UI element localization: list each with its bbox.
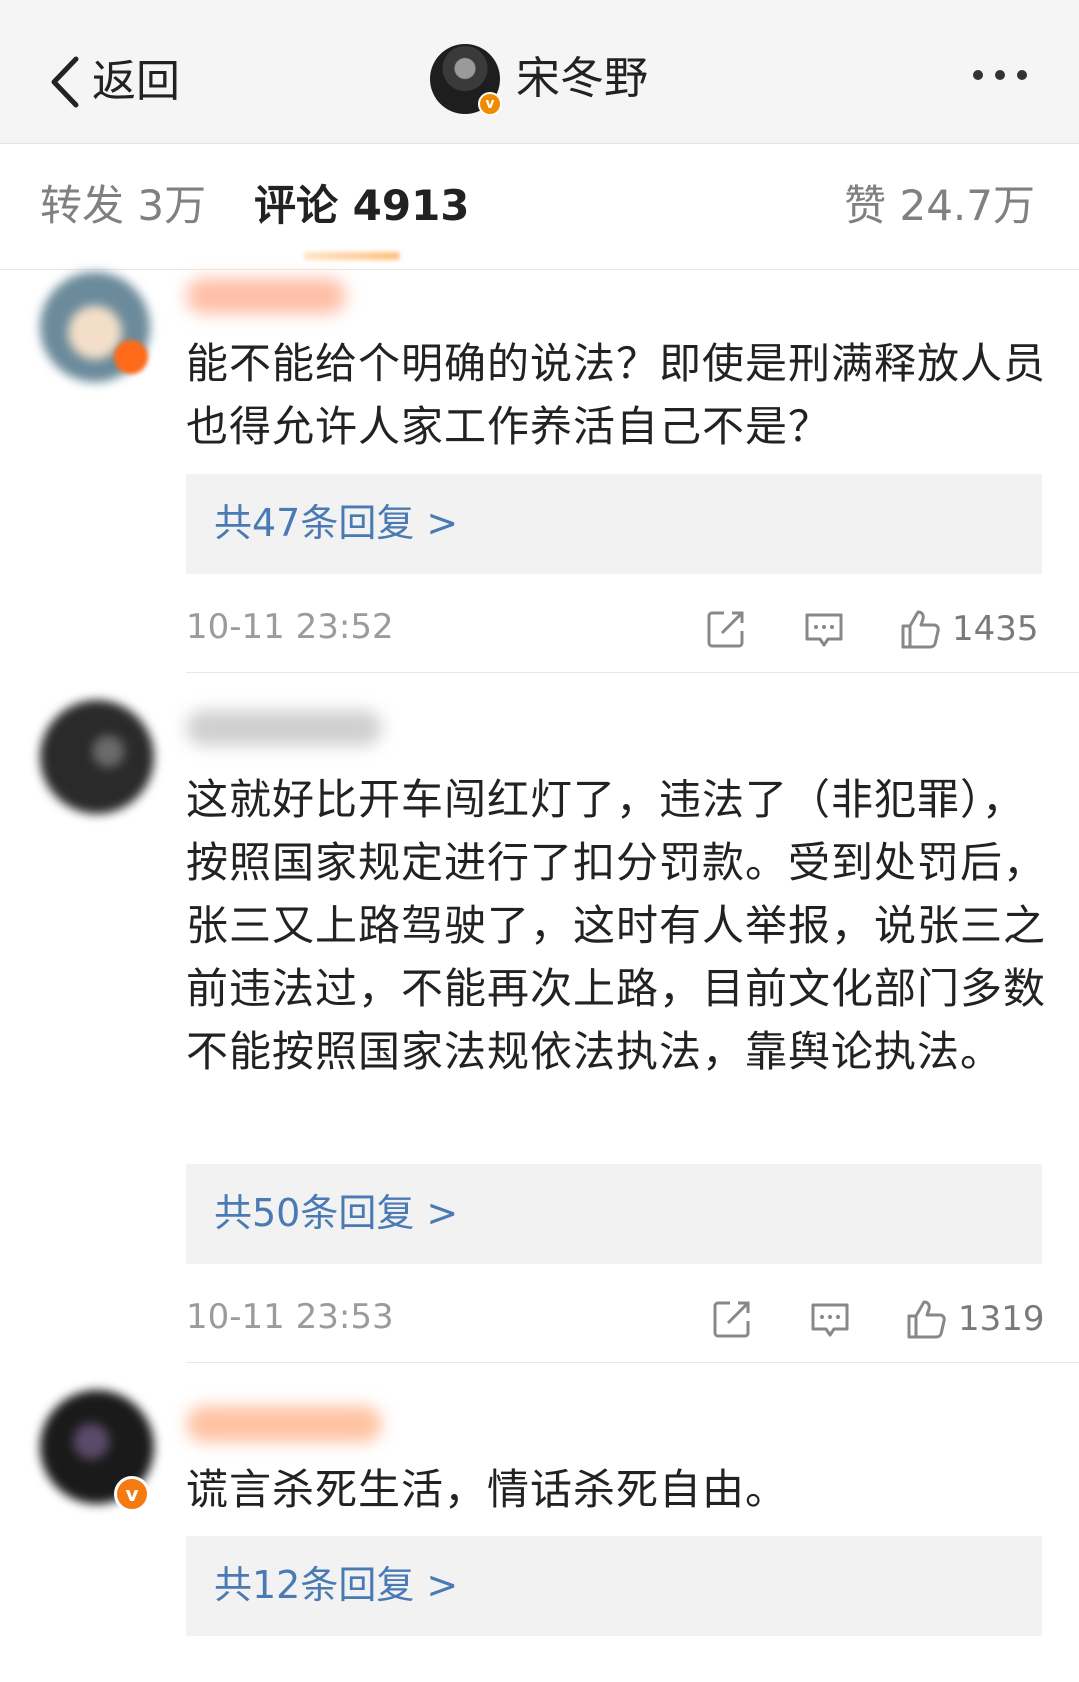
divider xyxy=(186,672,1079,673)
tab-like[interactable]: 赞 24.7万 xyxy=(844,185,1035,227)
reply-button[interactable] xyxy=(802,606,846,652)
like-count: 1435 xyxy=(952,612,1039,646)
comment-item: v 谎言杀死生活，情话杀死自由。 共12条回复 > xyxy=(0,1380,1079,1682)
verified-badge-icon xyxy=(114,340,148,374)
profile-header[interactable]: v 宋冬野 xyxy=(430,44,648,114)
verified-badge-icon: v xyxy=(478,92,502,116)
like-button[interactable]: 1319 xyxy=(904,1296,1045,1342)
divider xyxy=(186,1362,1079,1363)
repost-button[interactable] xyxy=(704,606,748,652)
comment-time: 10-11 23:52 xyxy=(186,610,394,644)
tab-repost[interactable]: 转发 3万 xyxy=(40,185,206,227)
comment-item: 这就好比开车闯红灯了，违法了（非犯罪），按照国家规定进行了扣分罚款。受到处罚后，… xyxy=(0,690,1079,1360)
username-blurred[interactable] xyxy=(186,1406,382,1442)
avatar[interactable]: v xyxy=(430,44,500,114)
reply-button[interactable] xyxy=(808,1296,852,1342)
comment-meta: 10-11 23:52 1435 xyxy=(186,606,1042,652)
like-icon xyxy=(904,1297,948,1341)
reply-count-label: 共47条回复 > xyxy=(214,504,458,542)
reply-count-button[interactable]: 共47条回复 > xyxy=(186,474,1042,574)
comment-text: 能不能给个明确的说法？即使是刑满释放人员也得允许人家工作养活自己不是？ xyxy=(186,332,1046,458)
reply-count-button[interactable]: 共12条回复 > xyxy=(186,1536,1042,1636)
like-count: 1319 xyxy=(958,1302,1045,1336)
verified-badge-icon: v xyxy=(114,1476,150,1512)
back-label: 返回 xyxy=(92,60,180,104)
comment-text: 谎言杀死生活，情话杀死自由。 xyxy=(186,1458,1046,1521)
back-button[interactable]: 返回 xyxy=(46,52,180,112)
back-chevron-icon xyxy=(46,53,86,111)
repost-icon xyxy=(704,607,748,651)
tab-bar: 转发 3万 评论 4913 赞 24.7万 xyxy=(0,145,1079,270)
top-nav-bar: 返回 v 宋冬野 xyxy=(0,0,1079,144)
page-title: 宋冬野 xyxy=(516,57,648,101)
repost-button[interactable] xyxy=(710,1296,754,1342)
reply-count-button[interactable]: 共50条回复 > xyxy=(186,1164,1042,1264)
reply-icon xyxy=(802,607,846,651)
avatar[interactable] xyxy=(40,700,154,814)
like-button[interactable]: 1435 xyxy=(898,606,1039,652)
like-icon xyxy=(898,607,942,651)
username-blurred[interactable] xyxy=(186,710,382,746)
comment-time: 10-11 23:53 xyxy=(186,1300,394,1334)
active-tab-indicator xyxy=(304,252,400,260)
comment-item: 能不能给个明确的说法？即使是刑满释放人员也得允许人家工作养活自己不是？ 共47条… xyxy=(0,270,1079,670)
more-icon[interactable] xyxy=(973,70,1027,80)
repost-icon xyxy=(710,1297,754,1341)
tab-comment[interactable]: 评论 4913 xyxy=(254,185,470,227)
reply-count-label: 共50条回复 > xyxy=(214,1194,458,1232)
reply-icon xyxy=(808,1297,852,1341)
comment-meta: 10-11 23:53 1319 xyxy=(186,1296,1042,1342)
reply-count-label: 共12条回复 > xyxy=(214,1566,458,1604)
comment-text: 这就好比开车闯红灯了，违法了（非犯罪），按照国家规定进行了扣分罚款。受到处罚后，… xyxy=(186,768,1046,1083)
username-blurred[interactable] xyxy=(186,278,346,314)
